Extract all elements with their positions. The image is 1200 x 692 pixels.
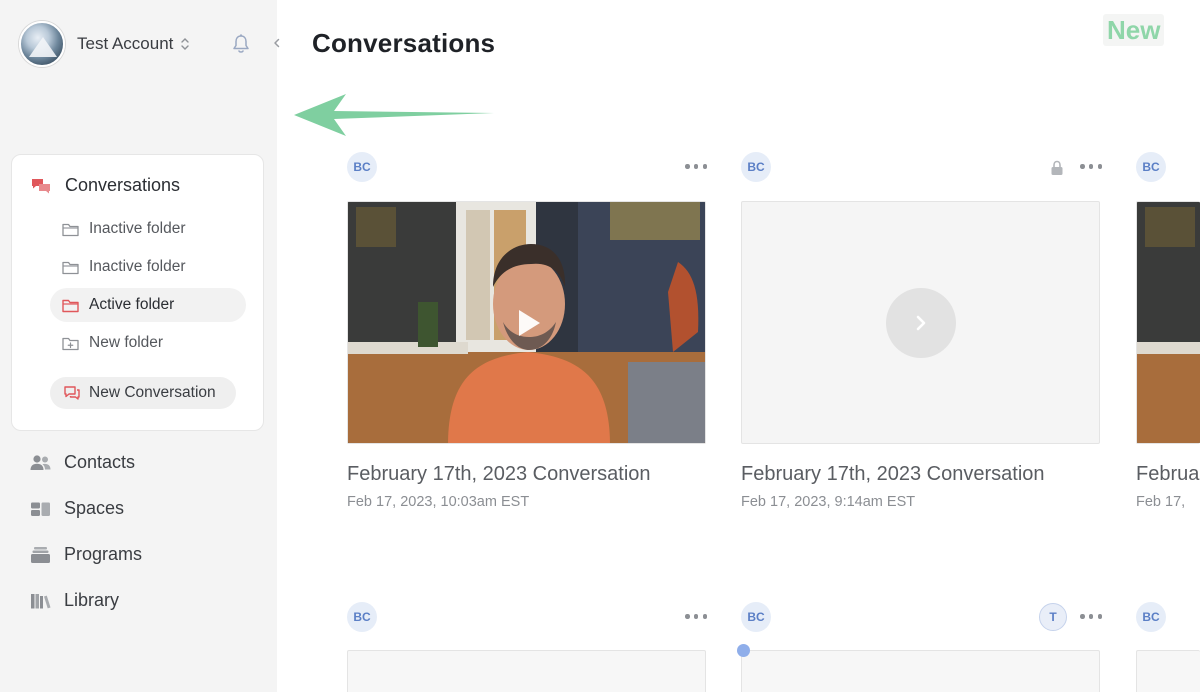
- sidebar-item-label: Conversations: [65, 175, 181, 195]
- folder-label: Inactive folder: [89, 220, 186, 237]
- conversation-date: Feb 17, 2023, 10:03am EST: [347, 494, 530, 510]
- new-conversation-icon: [64, 386, 80, 400]
- programs-icon: [31, 546, 50, 563]
- participant-badge: T: [1039, 603, 1067, 631]
- owner-badge: BC: [347, 152, 377, 182]
- account-name: Test Account: [77, 34, 174, 53]
- page-title: Conversations: [312, 28, 496, 58]
- spaces-icon: [31, 502, 50, 516]
- more-options-icon[interactable]: [685, 614, 707, 620]
- folder-icon: [62, 223, 79, 236]
- owner-badge: BC: [741, 152, 771, 182]
- chevron-right-icon: [916, 315, 926, 331]
- owner-badge: BC: [1136, 602, 1166, 632]
- folder-label: Active folder: [89, 296, 175, 313]
- bell-icon[interactable]: [231, 33, 251, 55]
- folder-label: Inactive folder: [89, 258, 186, 275]
- conversation-title[interactable]: Februa: [1136, 463, 1200, 486]
- folder-item-inactive[interactable]: Inactive folder: [50, 212, 198, 246]
- more-options-icon[interactable]: [1080, 164, 1102, 170]
- new-conversation-button[interactable]: New Conversation: [50, 377, 236, 409]
- lock-icon: [1051, 160, 1063, 175]
- owner-badge: BC: [1136, 152, 1166, 182]
- new-folder-button[interactable]: New folder: [50, 326, 175, 360]
- sidebar-item-label: Contacts: [64, 452, 136, 472]
- folder-label: New folder: [89, 334, 164, 351]
- collapse-sidebar-icon[interactable]: [272, 37, 282, 49]
- folder-item-inactive[interactable]: Inactive folder: [50, 250, 198, 284]
- sidebar-item-label: Spaces: [64, 498, 125, 518]
- sidebar-item-programs[interactable]: Programs: [30, 544, 142, 565]
- video-frame-image: [348, 202, 705, 443]
- status-dot: [737, 644, 750, 657]
- play-button[interactable]: [886, 288, 956, 358]
- conversation-thumbnail[interactable]: [347, 650, 706, 692]
- new-badge: New: [1103, 14, 1165, 46]
- folder-icon: [62, 261, 79, 274]
- sidebar-item-conversations[interactable]: Conversations: [31, 175, 180, 196]
- folder-icon: [62, 299, 79, 312]
- more-options-icon[interactable]: [685, 164, 707, 170]
- conversation-thumbnail[interactable]: [741, 201, 1100, 444]
- folder-plus-icon: [62, 337, 79, 350]
- annotation-arrow-icon: [294, 94, 494, 136]
- sidebar-item-contacts[interactable]: Contacts: [30, 452, 135, 473]
- conversation-date: Feb 17,: [1136, 494, 1186, 510]
- conversations-nav-card: Conversations Inactive folder Inactive f…: [11, 154, 264, 431]
- conversation-date: Feb 17, 2023, 9:14am EST: [741, 494, 916, 510]
- account-switcher[interactable]: Test Account: [19, 21, 190, 67]
- sidebar: Test Account Conversations Inactive fold…: [0, 0, 280, 692]
- video-frame-image: [1137, 202, 1200, 443]
- library-icon: [31, 593, 51, 608]
- owner-badge: BC: [347, 602, 377, 632]
- sidebar-item-spaces[interactable]: Spaces: [30, 498, 124, 519]
- owner-badge: BC: [741, 602, 771, 632]
- sidebar-item-library[interactable]: Library: [30, 590, 119, 611]
- conversation-thumbnail[interactable]: [741, 650, 1100, 692]
- conversations-icon: [32, 178, 50, 193]
- sidebar-item-label: Library: [64, 590, 120, 610]
- sidebar-item-label: Programs: [64, 544, 143, 564]
- chevron-updown-icon: [181, 38, 190, 50]
- conversation-thumbnail[interactable]: [1136, 201, 1200, 444]
- conversation-thumbnail[interactable]: [1136, 650, 1200, 692]
- contacts-icon: [30, 454, 51, 470]
- avatar[interactable]: [19, 21, 65, 67]
- new-conversation-label: New Conversation: [89, 384, 216, 401]
- conversation-thumbnail[interactable]: [347, 201, 706, 444]
- conversation-title[interactable]: February 17th, 2023 Conversation: [741, 463, 1045, 486]
- more-options-icon[interactable]: [1080, 614, 1102, 620]
- conversation-title[interactable]: February 17th, 2023 Conversation: [347, 463, 651, 486]
- folder-item-active[interactable]: Active folder: [50, 288, 246, 322]
